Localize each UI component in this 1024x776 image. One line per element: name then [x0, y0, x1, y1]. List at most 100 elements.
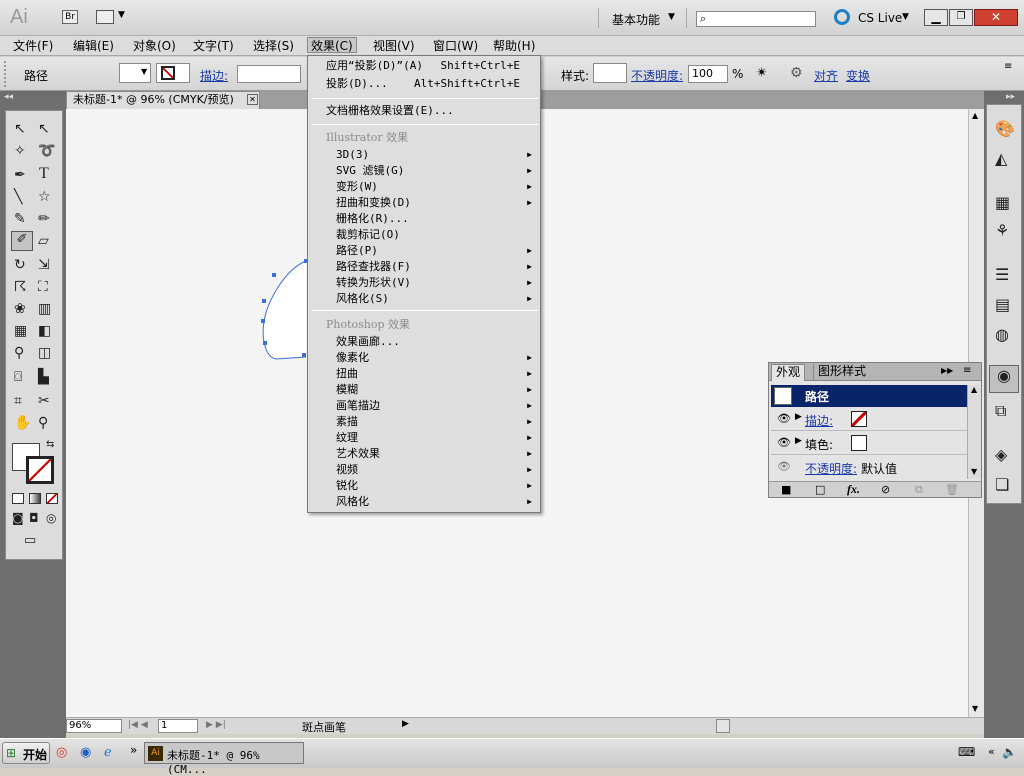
first-artboard-icon[interactable]: |◀ ◀ — [128, 720, 148, 730]
graph-tool-icon[interactable]: ▙ — [38, 369, 49, 385]
eyedropper-tool-icon[interactable]: ⚲ — [14, 345, 24, 361]
color-panel-icon[interactable]: 🎨 — [995, 119, 1015, 138]
document-tab[interactable]: 未标题-1* @ 96% (CMYK/预览) ✕ — [66, 91, 260, 109]
magic-wand-tool-icon[interactable]: ✧ — [14, 143, 26, 159]
opacity-link[interactable]: 不透明度: — [805, 460, 857, 477]
symbol-sprayer-tool-icon[interactable]: ❀ — [14, 301, 26, 317]
scroll-down-icon[interactable]: ▼ — [972, 704, 978, 713]
menu-object[interactable]: 对象(O) — [130, 38, 179, 54]
swatches-icon[interactable]: ▦ — [995, 193, 1010, 212]
gradient-panel-icon[interactable]: ▤ — [995, 295, 1010, 314]
scroll-down-icon[interactable]: ▼ — [971, 467, 977, 476]
add-stroke-icon[interactable]: ■ — [781, 483, 791, 496]
hand-tool-icon[interactable]: ✋ — [14, 415, 31, 431]
stroke-swatch[interactable] — [156, 63, 190, 83]
collapse-panel-icon[interactable]: ▶▶ — [941, 366, 953, 375]
delete-item-icon[interactable]: 🗑 — [945, 483, 959, 496]
recolor-icon[interactable]: ✴ — [756, 65, 768, 81]
start-button[interactable]: ⊞ 开始 — [2, 742, 50, 764]
menu-effect[interactable]: 效果(C) — [307, 37, 357, 53]
taskbar-window-button[interactable]: Ai 未标题-1* @ 96% (CM... — [144, 742, 304, 776]
app-icon[interactable]: ◉ — [80, 745, 91, 760]
align-link[interactable]: 对齐 — [814, 67, 838, 84]
transparency-icon[interactable]: ◍ — [995, 325, 1009, 344]
menu-item-last-effect[interactable]: 投影(D)... Alt+Shift+Ctrl+E — [308, 76, 540, 92]
line-tool-icon[interactable]: ╲ — [14, 189, 22, 205]
search-input[interactable]: ⌕ — [696, 11, 816, 27]
chevron-down-icon[interactable]: ▼ — [141, 67, 147, 76]
transform-link[interactable]: 变换 — [846, 67, 870, 84]
menu-item-raster-settings[interactable]: 文档栅格效果设置(E)... — [308, 103, 540, 119]
minimize-button[interactable]: ▁ — [924, 9, 948, 26]
appearance-scrollbar[interactable]: ▲ ▼ — [967, 385, 981, 479]
stroke-label[interactable]: 描边: — [200, 67, 228, 84]
swap-icon[interactable]: ⇆ — [46, 439, 54, 450]
panel-menu-icon[interactable]: ≡ — [963, 365, 971, 376]
rotate-tool-icon[interactable]: ↻ — [14, 257, 26, 273]
stroke-weight-field[interactable] — [237, 65, 301, 83]
brushes-icon[interactable]: ⚘ — [995, 221, 1009, 240]
stroke-color-box[interactable] — [26, 456, 54, 484]
collapse-icon[interactable]: ▸▸ — [1006, 92, 1015, 102]
add-fill-icon[interactable]: □ — [815, 483, 825, 496]
direct-selection-tool-icon[interactable]: ↖ — [38, 121, 50, 137]
color-mode-icon[interactable] — [12, 493, 24, 504]
chevron-down-icon[interactable]: ▼ — [118, 10, 125, 20]
paintbrush-tool-icon[interactable]: ✎ — [14, 211, 26, 227]
restore-button[interactable]: ❐ — [949, 9, 973, 26]
eraser-tool-icon[interactable]: ▱ — [38, 233, 49, 249]
zoom-field[interactable]: 96% — [66, 719, 122, 733]
scroll-up-icon[interactable]: ▲ — [971, 385, 977, 394]
arrange-documents-icon[interactable] — [96, 10, 114, 24]
stroke-none-swatch[interactable] — [851, 411, 867, 427]
cslive-button[interactable]: CS Live — [858, 11, 902, 25]
workspace-switcher[interactable]: 基本功能 — [612, 11, 660, 28]
style-swatch[interactable] — [593, 63, 627, 83]
photoshop-effect-item[interactable]: 模糊 ▶ — [308, 382, 540, 398]
artboards-icon[interactable]: ❏ — [995, 475, 1009, 494]
keyboard-icon[interactable]: ⌨ — [958, 745, 975, 759]
volume-icon[interactable]: 🔈 — [1002, 745, 1017, 759]
tab-appearance[interactable]: 外观 — [771, 364, 806, 381]
photoshop-effect-item[interactable]: 画笔描边 ▶ — [308, 398, 540, 414]
horizontal-scroll-thumb[interactable] — [716, 719, 730, 733]
isolate-icon[interactable]: ⚙ — [790, 65, 803, 81]
selection-tool-icon[interactable]: ↖ — [14, 121, 26, 137]
illustrator-effect-item[interactable]: 栅格化(R)... — [308, 211, 540, 227]
screen-mode-icon[interactable]: ▭ — [24, 533, 36, 548]
fx-icon[interactable]: fx. — [847, 482, 860, 497]
draw-behind-icon[interactable]: ◘ — [29, 511, 39, 525]
bridge-button[interactable]: Br — [62, 10, 78, 24]
slice-tool-icon[interactable]: ✂ — [38, 393, 50, 409]
blend-tool-icon[interactable]: ◫ — [38, 345, 51, 361]
chevron-down-icon[interactable]: ▼ — [902, 12, 909, 22]
stroke-link[interactable]: 描边: — [805, 412, 833, 429]
panel-menu-icon[interactable]: ≡ — [1004, 61, 1012, 72]
opacity-field[interactable]: 100 — [688, 65, 728, 83]
photoshop-effect-item[interactable]: 锐化 ▶ — [308, 478, 540, 494]
column-graph-tool-icon[interactable]: ▥ — [38, 301, 51, 317]
free-transform-tool-icon[interactable]: ⛶ — [38, 279, 48, 295]
blob-brush-tool-icon[interactable]: ✐ — [11, 231, 33, 251]
status-menu-arrow-icon[interactable]: ▶ — [402, 719, 409, 729]
appearance-stroke-row[interactable]: 👁 ▶ 描边: — [771, 409, 967, 431]
symbol-tool-icon[interactable]: ⌼ — [14, 369, 22, 385]
illustrator-effect-item[interactable]: 风格化(S) ▶ — [308, 291, 540, 307]
gradient-mode-icon[interactable] — [29, 493, 41, 504]
opacity-label[interactable]: 不透明度: — [631, 67, 683, 84]
photoshop-effect-item[interactable]: 像素化 ▶ — [308, 350, 540, 366]
lasso-tool-icon[interactable]: ➰ — [38, 143, 55, 159]
appearance-opacity-row[interactable]: 👁 不透明度: 默认值 — [771, 457, 967, 479]
artboard-tool-icon[interactable]: ⌗ — [14, 393, 22, 409]
illustrator-effect-item[interactable]: 变形(W) ▶ — [308, 179, 540, 195]
scale-tool-icon[interactable]: ⇲ — [38, 257, 50, 273]
photoshop-effect-item[interactable]: 风格化 ▶ — [308, 494, 540, 510]
graphic-styles-icon[interactable]: ⧉ — [995, 401, 1006, 421]
photoshop-effect-item[interactable]: 艺术效果 ▶ — [308, 446, 540, 462]
clear-appearance-icon[interactable]: ⊘ — [881, 483, 890, 496]
chevron-down-icon[interactable]: ▼ — [668, 12, 675, 22]
pen-tool-icon[interactable]: ✒ — [14, 167, 26, 183]
menu-type[interactable]: 文字(T) — [190, 38, 237, 54]
fill-white-swatch[interactable] — [851, 435, 867, 451]
none-mode-icon[interactable] — [46, 493, 58, 504]
